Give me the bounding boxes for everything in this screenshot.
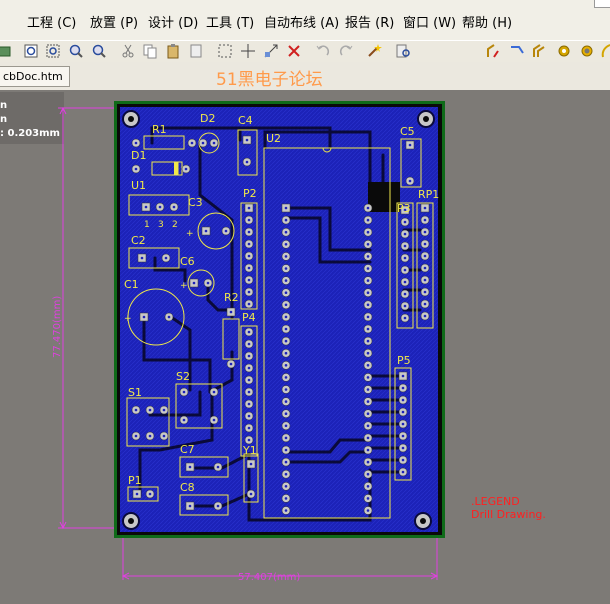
- window-close-icon[interactable]: [594, 0, 610, 8]
- info-panel: n n : 0.203mm: [0, 92, 64, 144]
- menu-autoroute[interactable]: 自动布线 (A): [264, 12, 339, 31]
- info-line-3: : 0.203mm: [0, 128, 60, 139]
- document-tab[interactable]: cbDoc.htm: [0, 66, 70, 87]
- cut-icon[interactable]: [120, 43, 136, 59]
- menu-design[interactable]: 设计 (D): [148, 12, 198, 31]
- zoom-fit-icon[interactable]: [23, 43, 39, 59]
- redo-icon[interactable]: [338, 43, 354, 59]
- open-project-icon[interactable]: [0, 43, 12, 59]
- interactive-route-icon[interactable]: [486, 43, 502, 59]
- paste-icon[interactable]: [165, 43, 181, 59]
- route-bus-icon[interactable]: [509, 43, 525, 59]
- wand-icon[interactable]: [366, 43, 382, 59]
- rubber-stamp-icon[interactable]: [188, 43, 204, 59]
- info-line-2: n: [0, 114, 8, 125]
- menu-project[interactable]: 工程 (C): [27, 12, 76, 31]
- zoom-out-icon[interactable]: [91, 43, 107, 59]
- move-selection-icon[interactable]: [263, 43, 279, 59]
- info-line-1: n: [0, 100, 8, 111]
- menu-tools[interactable]: 工具 (T): [206, 12, 254, 31]
- document-tab-bar: cbDoc.htm 51黑电子论坛: [0, 62, 610, 90]
- copy-icon[interactable]: [142, 43, 158, 59]
- zoom-in-icon[interactable]: [68, 43, 84, 59]
- menu-window[interactable]: 窗口 (W): [403, 12, 456, 31]
- place-pad-icon[interactable]: [579, 43, 595, 59]
- differential-pair-icon[interactable]: [532, 43, 548, 59]
- watermark-text: 51黑电子论坛: [216, 70, 323, 90]
- menu-place[interactable]: 放置 (P): [90, 12, 138, 31]
- deselect-icon[interactable]: [286, 43, 302, 59]
- move-icon[interactable]: [240, 43, 256, 59]
- place-arc-icon[interactable]: [601, 43, 610, 59]
- place-via-icon[interactable]: [556, 43, 572, 59]
- toolbar: [0, 40, 610, 64]
- menu-reports[interactable]: 报告 (R): [345, 12, 394, 31]
- select-area-icon[interactable]: [217, 43, 233, 59]
- component-browser-icon[interactable]: [395, 43, 411, 59]
- zoom-area-icon[interactable]: [45, 43, 61, 59]
- undo-icon[interactable]: [315, 43, 331, 59]
- pcb-canvas[interactable]: [0, 90, 610, 604]
- menu-bar: 工程 (C) 放置 (P) 设计 (D) 工具 (T) 自动布线 (A) 报告 …: [0, 0, 610, 40]
- menu-help[interactable]: 帮助 (H): [462, 12, 512, 31]
